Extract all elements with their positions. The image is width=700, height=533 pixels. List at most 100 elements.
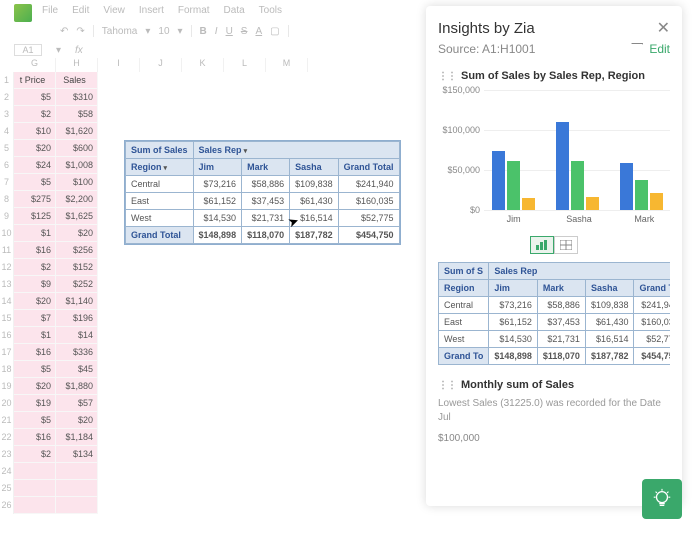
cell-sales[interactable]: $2,200 <box>56 191 98 208</box>
cell-sales[interactable]: $310 <box>56 89 98 106</box>
row-number[interactable]: 15 <box>0 310 14 327</box>
row-number[interactable]: 7 <box>0 174 14 191</box>
cell-price[interactable]: $5 <box>14 361 56 378</box>
cell-price[interactable]: $1 <box>14 225 56 242</box>
row-number[interactable]: 10 <box>0 225 14 242</box>
menu-format[interactable]: Format <box>178 5 210 16</box>
row-number[interactable]: 22 <box>0 429 14 446</box>
cell-sales[interactable]: $600 <box>56 140 98 157</box>
chart-bar[interactable] <box>571 161 584 210</box>
row-number[interactable]: 24 <box>0 463 14 480</box>
dropdown-icon[interactable]: ▾ <box>164 165 168 172</box>
cell-price[interactable]: $2 <box>14 106 56 123</box>
zia-fab-button[interactable] <box>642 479 682 519</box>
fill-color-button[interactable]: ▢ <box>270 26 279 37</box>
cell-price[interactable]: $5 <box>14 412 56 429</box>
cell-sales[interactable]: $196 <box>56 310 98 327</box>
underline-button[interactable]: U <box>226 26 233 37</box>
column-header[interactable]: H <box>56 58 98 72</box>
row-number[interactable]: 6 <box>0 157 14 174</box>
cell-sales[interactable]: $1,140 <box>56 293 98 310</box>
cell-price[interactable]: $16 <box>14 242 56 259</box>
undo-icon[interactable]: ↶ <box>60 26 68 37</box>
cell-price[interactable]: $1 <box>14 327 56 344</box>
row-number[interactable]: 8 <box>0 191 14 208</box>
cell-price[interactable]: $5 <box>14 89 56 106</box>
cell-sales[interactable] <box>56 463 98 480</box>
row-number[interactable]: 19 <box>0 378 14 395</box>
cell-sales[interactable]: $1,184 <box>56 429 98 446</box>
cell-sales[interactable]: $1,620 <box>56 123 98 140</box>
cell-price[interactable]: $5 <box>14 174 56 191</box>
row-number[interactable]: 13 <box>0 276 14 293</box>
close-icon[interactable]: ✕ <box>657 18 670 38</box>
cell-sales[interactable]: $100 <box>56 174 98 191</box>
column-header[interactable]: J <box>140 58 182 72</box>
cell-sales[interactable]: $57 <box>56 395 98 412</box>
drag-handle-icon[interactable]: ⋮⋮ <box>438 71 456 82</box>
row-number[interactable]: 23 <box>0 446 14 463</box>
cell-sales[interactable]: $152 <box>56 259 98 276</box>
cell-price[interactable]: $125 <box>14 208 56 225</box>
menu-file[interactable]: File <box>42 5 58 16</box>
cell-sales[interactable]: $20 <box>56 412 98 429</box>
row-number[interactable]: 16 <box>0 327 14 344</box>
dropdown-icon[interactable]: ▾ <box>244 148 248 155</box>
cell-sales[interactable] <box>56 480 98 497</box>
cell-sales[interactable]: $58 <box>56 106 98 123</box>
chart-bar[interactable] <box>556 122 569 210</box>
chevron-down-icon[interactable]: ▾ <box>56 45 61 56</box>
row-number[interactable]: 3 <box>0 106 14 123</box>
cell-price[interactable]: $24 <box>14 157 56 174</box>
chart-view-button[interactable] <box>530 236 554 254</box>
chart-bar[interactable] <box>522 198 535 210</box>
font-size[interactable]: 10 <box>158 26 169 37</box>
cell-price[interactable]: $16 <box>14 429 56 446</box>
cell-sales[interactable]: $1,625 <box>56 208 98 225</box>
menu-insert[interactable]: Insert <box>139 5 164 16</box>
chart-bar[interactable] <box>650 193 663 210</box>
row-number[interactable]: 9 <box>0 208 14 225</box>
filter-icon[interactable] <box>631 43 643 55</box>
cell-sales[interactable] <box>56 497 98 514</box>
row-number[interactable]: 20 <box>0 395 14 412</box>
cell-price[interactable]: $10 <box>14 123 56 140</box>
cell-price[interactable]: $19 <box>14 395 56 412</box>
bold-button[interactable]: B <box>200 26 207 37</box>
cell-sales[interactable]: $45 <box>56 361 98 378</box>
column-header[interactable]: K <box>182 58 224 72</box>
pivot-table-floating[interactable]: Sum of Sales Sales Rep▾ Region▾ Jim Mark… <box>124 140 401 245</box>
row-number[interactable]: 12 <box>0 259 14 276</box>
cell-sales[interactable]: $134 <box>56 446 98 463</box>
row-number[interactable]: 14 <box>0 293 14 310</box>
cell-price[interactable]: $16 <box>14 344 56 361</box>
cell-price[interactable] <box>14 480 56 497</box>
cell-price[interactable]: $2 <box>14 446 56 463</box>
row-number[interactable]: 26 <box>0 497 14 514</box>
column-header[interactable]: G <box>14 58 56 72</box>
font-family[interactable]: Tahoma <box>102 26 138 37</box>
name-box[interactable]: A1 <box>14 44 42 56</box>
drag-handle-icon[interactable]: ⋮⋮ <box>438 380 456 391</box>
chart-bar[interactable] <box>507 161 520 210</box>
chart-bar[interactable] <box>492 151 505 210</box>
edit-link[interactable]: Edit <box>649 42 670 56</box>
menu-edit[interactable]: Edit <box>72 5 89 16</box>
row-number[interactable]: 4 <box>0 123 14 140</box>
cell-price[interactable]: $20 <box>14 378 56 395</box>
row-number[interactable]: 2 <box>0 89 14 106</box>
column-header[interactable]: M <box>266 58 308 72</box>
strike-button[interactable]: S <box>241 26 248 37</box>
chart-bar[interactable] <box>620 163 633 210</box>
menu-view[interactable]: View <box>103 5 125 16</box>
chart-bar[interactable] <box>586 197 599 210</box>
cell-sales[interactable]: $20 <box>56 225 98 242</box>
column-header[interactable]: L <box>224 58 266 72</box>
col-header-price[interactable]: t Price <box>14 72 56 89</box>
cell-price[interactable] <box>14 497 56 514</box>
redo-icon[interactable]: ↷ <box>76 26 84 37</box>
row-number[interactable]: 11 <box>0 242 14 259</box>
text-color-button[interactable]: A <box>255 26 262 37</box>
menu-data[interactable]: Data <box>224 5 245 16</box>
cell-price[interactable]: $2 <box>14 259 56 276</box>
